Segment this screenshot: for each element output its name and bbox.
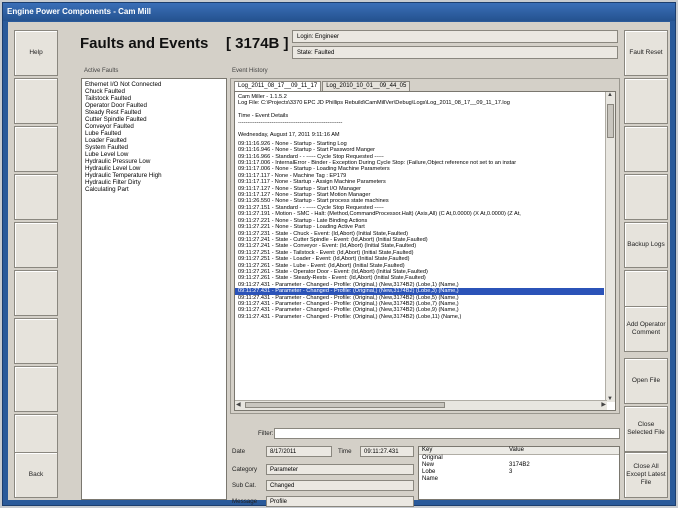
tab-log-2011[interactable]: Log_2011_08_17__09_11_17 (234, 81, 322, 91)
tab-log-2010[interactable]: Log_2010_10_01__09_44_05 (322, 81, 411, 91)
filter-input[interactable] (274, 428, 620, 439)
app-window: Engine Power Components - Cam Mill Help … (2, 2, 676, 507)
vertical-scroll-thumb[interactable] (607, 104, 614, 138)
kv-value: 3 (509, 469, 513, 475)
left-button-3[interactable] (14, 126, 58, 172)
kv-value (506, 476, 619, 483)
table-row: Original (419, 455, 619, 462)
open-file-button[interactable]: Open File (624, 358, 668, 404)
page-title: Faults and Events (80, 35, 209, 52)
subcat-label: Sub Cat. (232, 482, 257, 489)
kv-key: Lobe (422, 469, 436, 475)
subcat-field: Changed (266, 480, 414, 491)
login-status: Login: Engineer (292, 30, 618, 43)
log-lines: 09:11:16.926 - None - Startup - Starting… (235, 141, 615, 320)
horizontal-scroll-thumb[interactable] (245, 402, 445, 408)
log-header: Cam Miller - 1.1.5.2 Log File: C:\Projec… (235, 92, 615, 141)
kv-header: Key Value (419, 447, 619, 455)
fault-item: Steady Rest Faulted (85, 109, 142, 116)
right-button-3[interactable] (624, 126, 668, 172)
fault-item: Conveyor Faulted (85, 123, 134, 130)
table-row: Name (419, 476, 619, 483)
fault-item: Calculating Part (85, 186, 129, 193)
close-all-except-latest-button[interactable]: Close All Except Latest File (624, 452, 668, 498)
fault-item: Loader Faulted (85, 137, 127, 144)
kv-value: 3174B2 (509, 462, 530, 468)
event-history-label: Event History (232, 68, 268, 74)
log-line[interactable]: 09:11:27.431 - Parameter - Changed - Pro… (235, 314, 604, 320)
left-button-2[interactable] (14, 78, 58, 124)
log-header-line: Wednesday, August 17, 2011 9:11:16 AM (238, 132, 340, 139)
machine-state: State: Faulted (292, 46, 618, 59)
scroll-left-icon[interactable]: ◀ (236, 401, 241, 408)
left-button-4[interactable] (14, 174, 58, 220)
kv-value (506, 455, 619, 462)
kv-header-key: Key (422, 447, 433, 453)
right-button-4[interactable] (624, 174, 668, 220)
date-label: Date (232, 448, 246, 455)
category-field: Parameter (266, 464, 414, 475)
backup-logs-button[interactable]: Backup Logs (624, 222, 668, 268)
part-code: [ 3174B ] (226, 35, 289, 52)
horizontal-scrollbar[interactable]: ◀ ▶ (235, 400, 607, 410)
vertical-scrollbar[interactable]: ▲ ▼ (605, 92, 615, 402)
kv-key: Name (422, 476, 439, 482)
active-faults-label: Active Faults (84, 68, 119, 74)
fault-item: System Faulted (85, 144, 128, 151)
fault-reset-button[interactable]: Fault Reset (624, 30, 668, 76)
log-view[interactable]: Cam Miller - 1.1.5.2 Log File: C:\Projec… (234, 91, 616, 411)
table-row: New 3174B2 (419, 462, 619, 469)
fault-item: Chuck Faulted (85, 88, 125, 95)
fault-item: Cutter Spindle Faulted (85, 116, 147, 123)
table-row: Lobe 3 (419, 469, 619, 476)
kv-header-value: Value (509, 447, 524, 453)
key-value-table[interactable]: Key Value Original New 3174B2 Lobe 3 Nam… (418, 446, 620, 500)
active-faults-list[interactable]: Ethernet I/O Not Connected Chuck Faulted… (81, 78, 227, 500)
kv-key: New (422, 462, 435, 468)
filter-label: Filter: (258, 430, 274, 437)
right-button-2[interactable] (624, 78, 668, 124)
back-button[interactable]: Back (14, 452, 58, 498)
fault-item: Lube Faulted (85, 130, 122, 137)
help-button[interactable]: Help (14, 30, 58, 76)
fault-item: Ethernet I/O Not Connected (85, 81, 162, 88)
date-field: 8/17/2011 (266, 446, 332, 457)
fault-item: Hydraulic Level Low (85, 165, 141, 172)
client-area: Help Back Faults and Events [ 3174B ] Lo… (8, 22, 670, 507)
log-tabs: Log_2011_08_17__09_11_17 Log_2010_10_01_… (234, 81, 411, 91)
kv-key: Original (422, 455, 443, 461)
time-field: 09:11:27.431 (360, 446, 414, 457)
close-selected-file-button[interactable]: Close Selected File (624, 406, 668, 452)
scroll-right-icon[interactable]: ▶ (601, 401, 606, 408)
add-operator-comment-button[interactable]: Add Operator Comment (624, 306, 668, 352)
fault-item: Hydraulic Filter Dirty (85, 179, 141, 186)
fault-item: Operator Door Faulted (85, 102, 147, 109)
fault-item: Hydraulic Pressure Low (85, 158, 151, 165)
event-history-panel: Log_2011_08_17__09_11_17 Log_2010_10_01_… (230, 78, 620, 414)
left-button-7[interactable] (14, 318, 58, 364)
scroll-up-icon[interactable]: ▲ (607, 92, 613, 98)
fault-item: Tailstock Faulted (85, 95, 132, 102)
left-button-6[interactable] (14, 270, 58, 316)
window-title: Engine Power Components - Cam Mill (3, 3, 675, 21)
left-button-5[interactable] (14, 222, 58, 268)
fault-item: Hydraulic Temperature High (85, 172, 162, 179)
fault-item: Lube Level Low (85, 151, 129, 158)
left-button-8[interactable] (14, 366, 58, 412)
category-label: Category (232, 466, 258, 473)
time-label: Time (338, 448, 352, 455)
scroll-down-icon[interactable]: ▼ (607, 396, 613, 402)
message-label: Message (232, 498, 258, 505)
message-field: Profile (266, 496, 414, 507)
